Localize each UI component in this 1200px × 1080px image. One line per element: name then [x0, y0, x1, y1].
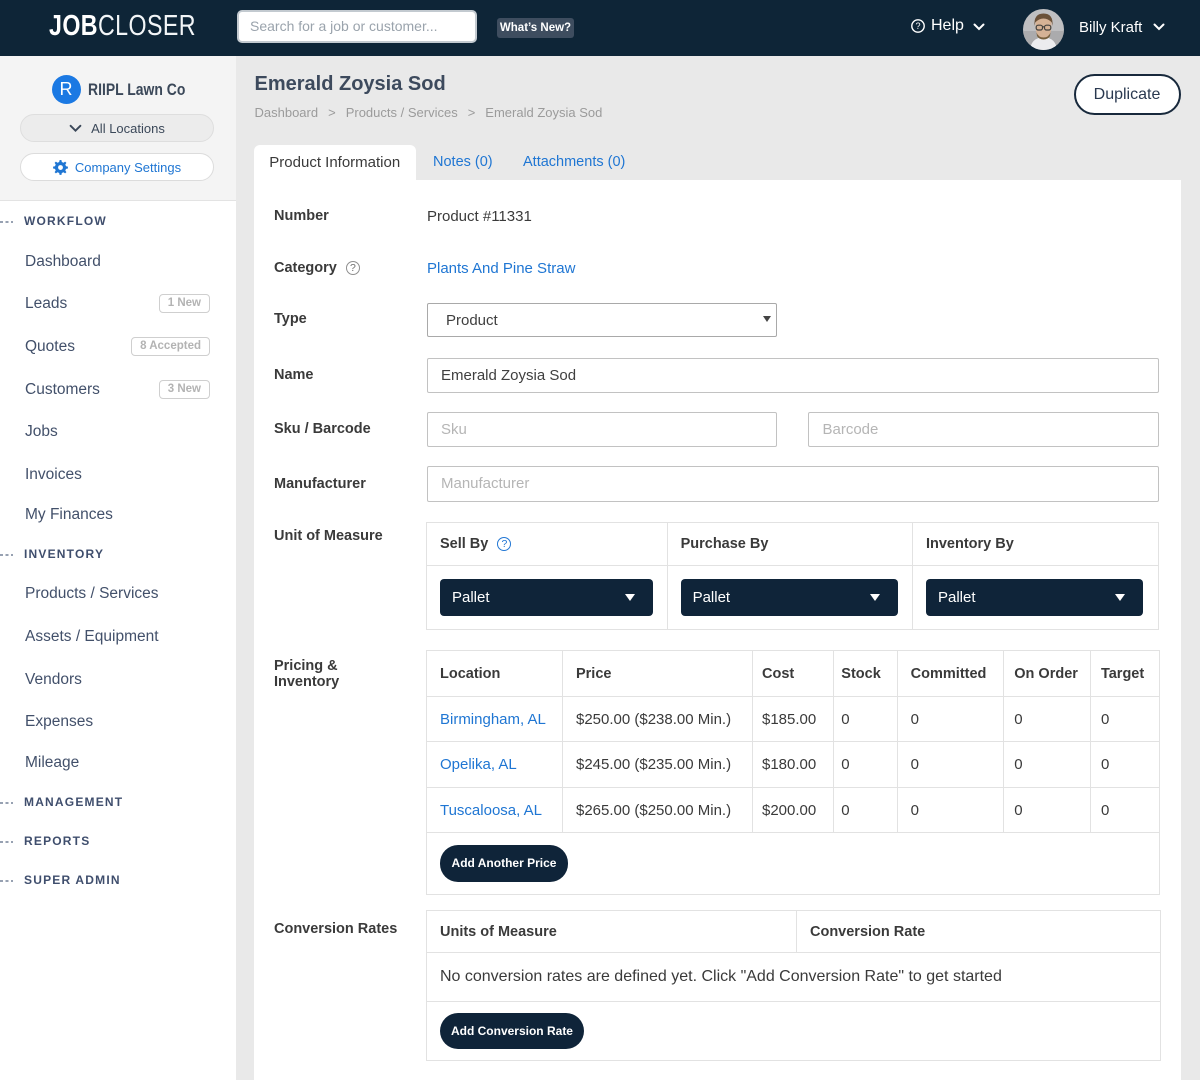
svg-text:?: ? — [915, 21, 920, 31]
